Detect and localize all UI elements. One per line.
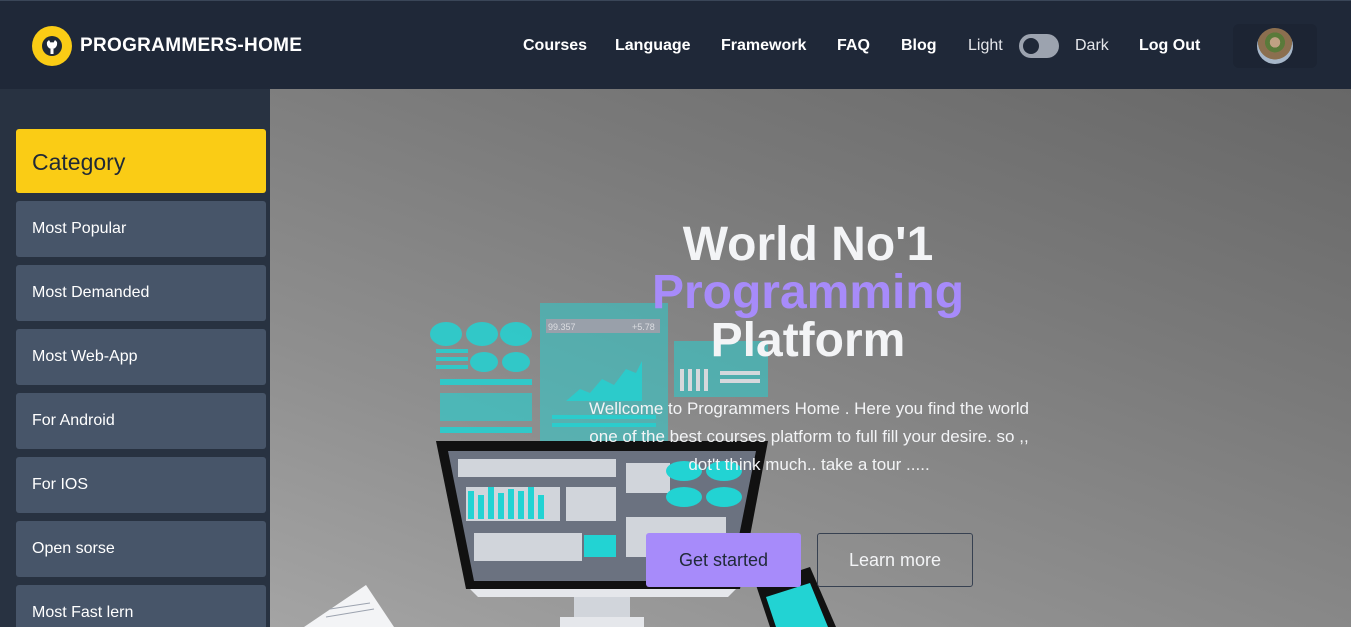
category-item-open-source[interactable]: Open sorse	[16, 521, 266, 577]
paper-illustration	[304, 585, 394, 627]
hero-description: Wellcome to Programmers Home . Here you …	[589, 399, 1029, 474]
theme-toggle[interactable]	[1019, 34, 1059, 58]
get-started-button[interactable]: Get started	[646, 533, 801, 587]
category-item-most-demanded[interactable]: Most Demanded	[16, 265, 266, 321]
brand[interactable]: PROGRAMMERS-HOME	[32, 26, 302, 66]
github-logo-icon[interactable]	[32, 26, 72, 66]
nav-courses[interactable]: Courses	[523, 37, 587, 55]
brand-name[interactable]: PROGRAMMERS-HOME	[80, 35, 302, 57]
nav-framework[interactable]: Framework	[721, 37, 806, 55]
logout-link[interactable]: Log Out	[1139, 37, 1200, 55]
category-item-for-android[interactable]: For Android	[16, 393, 266, 449]
toggle-knob	[1023, 38, 1039, 54]
category-item-for-ios[interactable]: For IOS	[16, 457, 266, 513]
hero-title-line1: World No'1	[682, 218, 934, 271]
category-item-most-fast-learn[interactable]: Most Fast lern	[16, 585, 266, 627]
top-navbar: PROGRAMMERS-HOME Courses Language Framew…	[0, 0, 1351, 89]
nav-blog[interactable]: Blog	[901, 37, 937, 55]
theme-dark-label: Dark	[1075, 37, 1109, 54]
category-sidebar: Category Most Popular Most Demanded Most…	[0, 89, 270, 627]
theme-light-label: Light	[968, 37, 1003, 54]
learn-more-button[interactable]: Learn more	[817, 533, 973, 587]
hero-section: 99.357 +5.78 World No'1 Programming Plat…	[270, 89, 1351, 627]
user-menu[interactable]	[1233, 24, 1317, 68]
category-item-most-web-app[interactable]: Most Web-App	[16, 329, 266, 385]
category-title: Category	[16, 129, 266, 193]
hero-title-line2: Programming	[651, 266, 965, 319]
hero-title-line3: Platform	[710, 314, 906, 367]
nav-faq[interactable]: FAQ	[837, 37, 870, 55]
category-item-most-popular[interactable]: Most Popular	[16, 201, 266, 257]
nav-language[interactable]: Language	[615, 37, 691, 55]
floating-panel-left	[430, 322, 532, 433]
avatar[interactable]	[1257, 28, 1293, 64]
